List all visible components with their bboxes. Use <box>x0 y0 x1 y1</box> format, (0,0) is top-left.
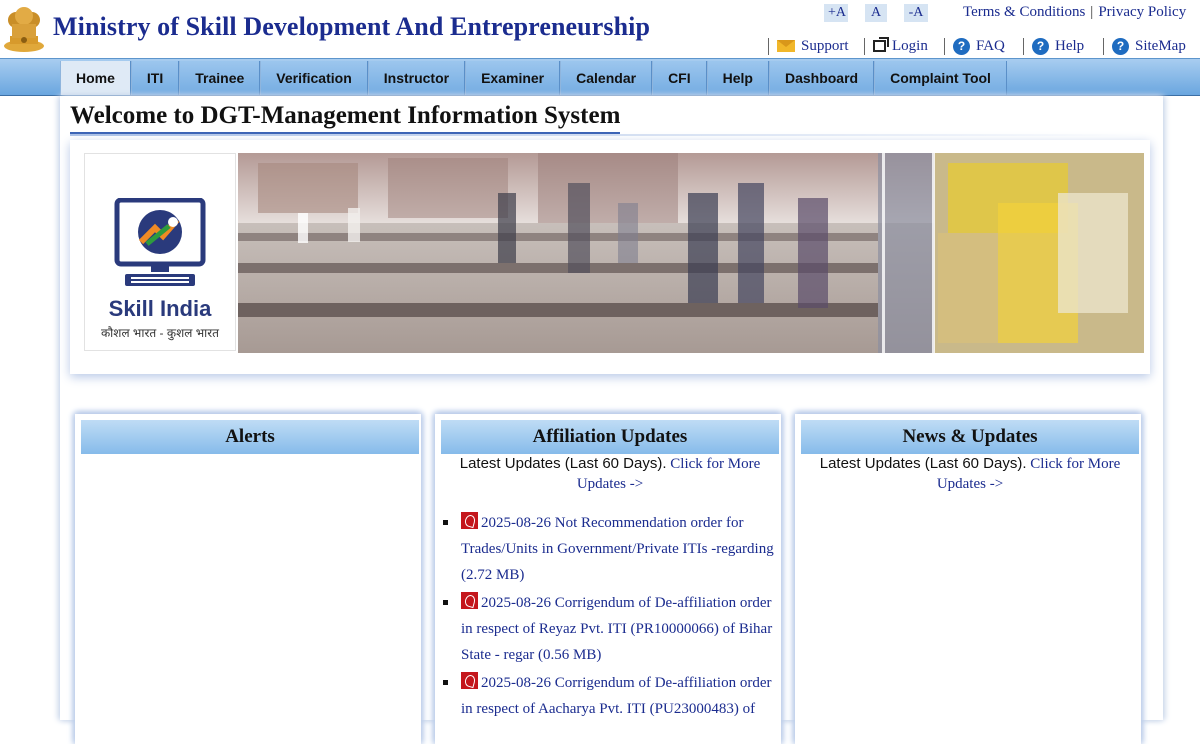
nav-dashboard[interactable]: Dashboard <box>768 61 875 95</box>
font-normal-button[interactable]: A <box>865 4 887 22</box>
mail-icon <box>777 40 795 52</box>
news-heading: News & Updates <box>801 420 1139 454</box>
login-link[interactable]: Login <box>864 36 928 56</box>
faq-link[interactable]: ? FAQ <box>944 36 1005 56</box>
page-title: Welcome to DGT-Management Information Sy… <box>70 102 621 134</box>
title-underline <box>70 134 1134 136</box>
national-emblem-icon <box>4 7 44 52</box>
sitemap-label: SiteMap <box>1135 37 1186 54</box>
nav-complaint-tool[interactable]: Complaint Tool <box>874 61 1007 95</box>
pdf-icon <box>461 672 478 689</box>
nav-trainee[interactable]: Trainee <box>179 61 261 95</box>
alerts-heading: Alerts <box>81 420 419 454</box>
list-item[interactable]: 2025-08-26 Corrigendum of De-affiliation… <box>441 670 775 722</box>
update-link[interactable]: 2025-08-26 Corrigendum of De-affiliation… <box>461 675 771 717</box>
divider <box>1023 37 1024 55</box>
nav-instructor[interactable]: Instructor <box>367 61 466 95</box>
latest-updates-label: Latest Updates (Last 60 Days). <box>459 455 667 472</box>
question-icon: ? <box>953 37 970 55</box>
nav-home[interactable]: Home <box>60 61 131 95</box>
list-item[interactable]: 2025-08-26 Corrigendum of De-affiliation… <box>441 590 775 668</box>
divider <box>864 37 865 55</box>
nav-verification[interactable]: Verification <box>260 61 368 95</box>
external-link-icon <box>873 37 889 52</box>
nav-help[interactable]: Help <box>706 61 769 95</box>
divider <box>768 37 769 55</box>
update-link[interactable]: 2025-08-26 Corrigendum of De-affiliation… <box>461 595 772 663</box>
font-increase-button[interactable]: +A <box>824 4 848 22</box>
nav-iti[interactable]: ITI <box>130 61 180 95</box>
sitemap-link[interactable]: ? SiteMap <box>1103 36 1186 56</box>
faq-label: FAQ <box>976 37 1005 54</box>
affiliation-heading: Affiliation Updates <box>441 420 779 454</box>
help-label: Help <box>1055 37 1085 54</box>
latest-updates-text: Latest Updates (Last 60 Days). Click for… <box>445 454 775 494</box>
divider <box>1103 37 1104 55</box>
main-nav: Home ITI Trainee Verification Instructor… <box>0 58 1200 96</box>
divider <box>944 37 945 55</box>
computer-monitor-icon <box>114 198 206 286</box>
workshop-banner-image <box>238 153 1144 353</box>
nav-cfi[interactable]: CFI <box>652 61 707 95</box>
alerts-panel: Alerts <box>75 414 421 744</box>
site-header: Ministry of Skill Development And Entrep… <box>0 0 1200 58</box>
terms-link[interactable]: Terms & Conditions <box>963 4 1085 20</box>
font-decrease-button[interactable]: -A <box>904 4 928 22</box>
question-icon: ? <box>1032 37 1049 55</box>
skill-india-logo: Skill India कौशल भारत - कुशल भारत <box>84 153 236 351</box>
privacy-link[interactable]: Privacy Policy <box>1098 4 1186 20</box>
pdf-icon <box>461 512 478 529</box>
news-updates-panel: News & Updates Latest Updates (Last 60 D… <box>795 414 1141 744</box>
support-label: Support <box>801 37 849 54</box>
affiliation-update-list: 2025-08-26 Not Recommendation order for … <box>441 510 775 724</box>
nav-items: Home ITI Trainee Verification Instructor… <box>60 61 1007 95</box>
update-link[interactable]: 2025-08-26 Not Recommendation order for … <box>461 515 774 583</box>
pdf-icon <box>461 592 478 609</box>
logo-tagline: कौशल भारत - कुशल भारत <box>100 326 220 340</box>
list-item[interactable]: 2025-08-26 Not Recommendation order for … <box>441 510 775 588</box>
latest-news-label: Latest Updates (Last 60 Days). <box>819 455 1027 472</box>
logo-brand-text: Skill India <box>108 296 212 321</box>
help-link[interactable]: ? Help <box>1023 36 1084 56</box>
latest-news-text: Latest Updates (Last 60 Days). Click for… <box>805 454 1135 494</box>
affiliation-updates-panel: Affiliation Updates Latest Updates (Last… <box>435 414 781 744</box>
ministry-title: Ministry of Skill Development And Entrep… <box>53 12 651 41</box>
link-separator: | <box>1090 4 1094 20</box>
nav-examiner[interactable]: Examiner <box>465 61 561 95</box>
question-icon: ? <box>1112 37 1129 55</box>
support-link[interactable]: Support <box>768 36 849 56</box>
top-links: Terms & Conditions | Privacy Policy <box>963 4 1186 21</box>
nav-calendar[interactable]: Calendar <box>560 61 653 95</box>
login-label: Login <box>892 37 928 54</box>
